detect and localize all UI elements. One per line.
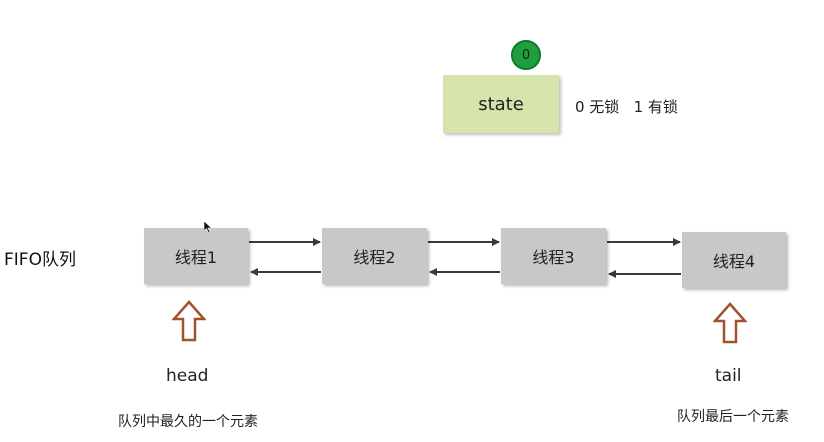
diagram-canvas: 0 state 0 无锁 1 有锁 FIFO队列 线程1 线程2 线程3 线程4… bbox=[0, 0, 824, 442]
state-legend: 0 无锁 1 有锁 bbox=[575, 98, 678, 116]
head-description: 队列中最久的一个元素 bbox=[118, 414, 258, 430]
queue-links bbox=[249, 238, 681, 278]
tail-up-arrow-icon bbox=[713, 302, 747, 344]
queue-node-3: 线程3 bbox=[501, 228, 606, 284]
head-up-arrow-icon bbox=[172, 300, 206, 342]
mouse-cursor-icon bbox=[204, 221, 212, 233]
queue-node-1: 线程1 bbox=[144, 228, 248, 284]
head-label: head bbox=[166, 366, 209, 386]
state-value-badge: 0 bbox=[511, 40, 541, 70]
tail-label: tail bbox=[715, 366, 742, 386]
tail-description: 队列最后一个元素 bbox=[677, 409, 789, 425]
state-box: state bbox=[443, 75, 559, 133]
queue-node-2: 线程2 bbox=[322, 228, 427, 284]
queue-node-4: 线程4 bbox=[682, 232, 786, 288]
fifo-queue-label: FIFO队列 bbox=[4, 250, 76, 270]
